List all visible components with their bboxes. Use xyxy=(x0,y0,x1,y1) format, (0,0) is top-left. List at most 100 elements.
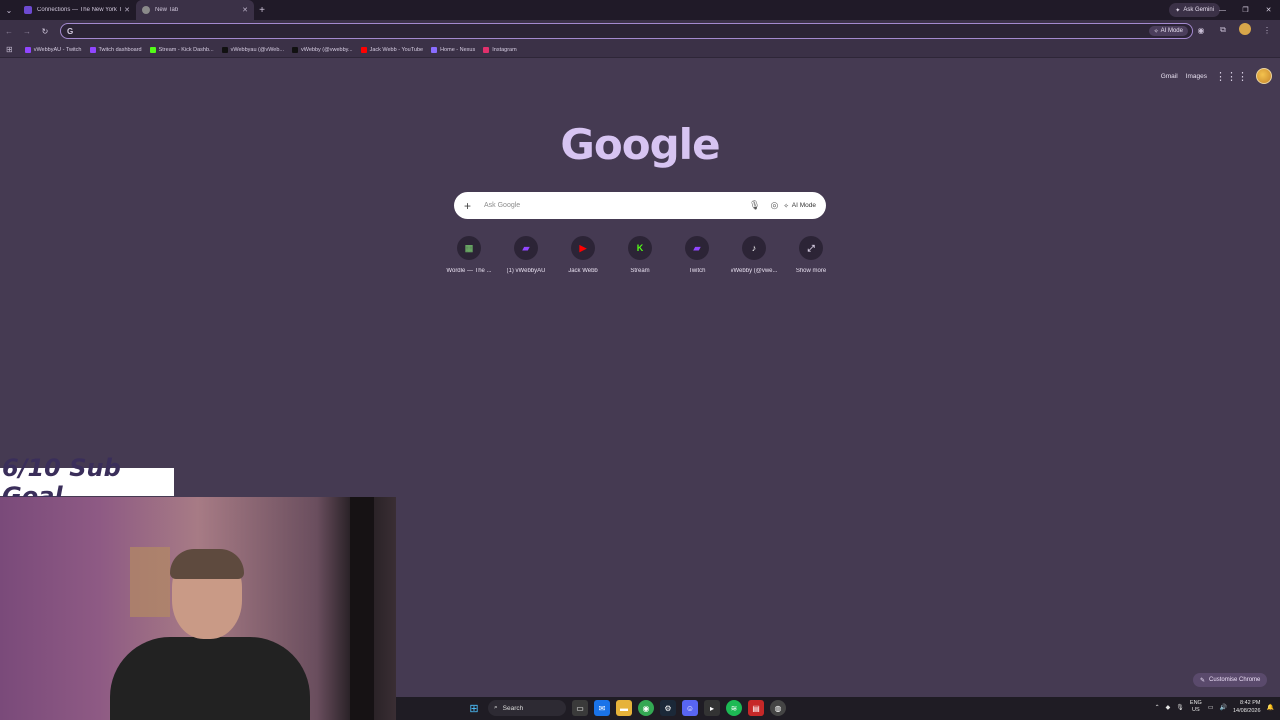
customise-chrome-button[interactable]: ✎ Customise Chrome xyxy=(1193,673,1268,687)
bookmark-item[interactable]: vWebbyAU - Twitch xyxy=(24,46,82,53)
window-controls: — ❐ ✕ xyxy=(1211,0,1280,20)
restore-icon[interactable]: ❐ xyxy=(1234,0,1257,20)
microphone-icon[interactable]: 🎙 xyxy=(749,200,760,211)
customise-label: Customise Chrome xyxy=(1209,677,1261,683)
search-input[interactable]: Ask Google xyxy=(484,202,744,209)
notifications-icon[interactable]: 🔔 xyxy=(1267,704,1274,711)
lens-icon[interactable]: ◎ xyxy=(770,200,778,211)
gmail-link[interactable]: Gmail xyxy=(1161,73,1178,80)
twitch-icon: ▰ xyxy=(685,236,709,260)
shortcut-tile[interactable]: ▰ (1) vWebbyAU xyxy=(498,236,554,274)
close-window-icon[interactable]: ✕ xyxy=(1257,0,1280,20)
bookmark-item[interactable]: Instagram xyxy=(483,46,517,53)
shortcut-tile[interactable]: ▦ Wordle — The ... xyxy=(441,236,497,274)
obs-icon[interactable]: ◍ xyxy=(770,700,786,716)
images-link[interactable]: Images xyxy=(1186,73,1207,80)
shortcut-tile[interactable]: K Stream xyxy=(612,236,668,274)
google-apps-icon[interactable]: ⋮⋮⋮ xyxy=(1215,70,1248,83)
gemini-sparkle-icon: ✦ xyxy=(1175,7,1181,14)
chevron-up-icon[interactable]: ⌃ xyxy=(1155,704,1160,711)
ai-mode-label: AI Mode xyxy=(1160,28,1183,34)
chrome-icon[interactable]: ◉ xyxy=(638,700,654,716)
voice-icon[interactable]: ◉ xyxy=(1194,26,1208,35)
search-ai-mode-button[interactable]: ✧ AI Mode xyxy=(783,202,816,210)
add-icon[interactable]: + xyxy=(464,199,476,213)
shortcut-label: vWebby (@vwe... xyxy=(730,268,778,274)
tray-app-icon[interactable]: ◆ xyxy=(1166,704,1171,711)
network-icon[interactable]: ▭ xyxy=(1208,704,1214,711)
bookmark-label: vWebbyAU - Twitch xyxy=(33,46,82,53)
clock-date: 14/08/2026 xyxy=(1232,708,1261,714)
tab-search-button[interactable]: ⌄ xyxy=(0,0,18,20)
back-icon[interactable]: ← xyxy=(0,27,18,36)
nexus-icon xyxy=(431,46,438,53)
discord-icon[interactable]: ☺ xyxy=(682,700,698,716)
volume-icon[interactable]: 🔊 xyxy=(1220,704,1227,711)
bookmark-label: Jack Webb - YouTube xyxy=(369,46,424,53)
bookmark-label: vWebbyau (@vWeb... xyxy=(230,46,285,53)
shortcut-label: (1) vWebbyAU xyxy=(506,268,546,274)
spotify-icon[interactable]: ≋ xyxy=(726,700,742,716)
bookmark-item[interactable]: Jack Webb - YouTube xyxy=(360,46,424,53)
bookmark-item[interactable]: Stream - Kick Dashb... xyxy=(149,46,214,53)
ai-mode-icon: ✧ xyxy=(1153,28,1159,35)
tab-new-tab[interactable]: New Tab ✕ xyxy=(136,0,254,20)
tiktok-icon: ♪ xyxy=(742,236,766,260)
toolbar: ← → ↻ G ✧ AI Mode ◉ ⧉ ⋮ xyxy=(0,20,1280,42)
omnibox-ai-mode-button[interactable]: ✧ AI Mode xyxy=(1148,26,1188,36)
shortcut-tile[interactable]: ⤢ Show more xyxy=(783,236,839,274)
account-avatar[interactable] xyxy=(1256,68,1272,84)
extensions-icon[interactable]: ⧉ xyxy=(1216,25,1230,35)
microphone-tray-icon[interactable]: 🎙 xyxy=(1176,704,1184,711)
app-icon[interactable]: ▤ xyxy=(748,700,764,716)
reload-icon[interactable]: ↻ xyxy=(36,27,54,36)
address-bar[interactable]: G ✧ AI Mode xyxy=(60,23,1193,39)
shortcut-label: Jack Webb xyxy=(568,268,598,274)
shortcut-tile[interactable]: ▶ Jack Webb xyxy=(555,236,611,274)
google-g-icon: G xyxy=(67,26,74,36)
close-tab-icon[interactable]: ✕ xyxy=(242,6,248,14)
google-top-links: Gmail Images ⋮⋮⋮ xyxy=(1161,68,1272,84)
mail-icon[interactable]: ✉ xyxy=(594,700,610,716)
new-tab-button[interactable]: + xyxy=(254,5,270,16)
taskbar-search-label: Search xyxy=(502,704,524,712)
menu-icon[interactable]: ⋮ xyxy=(1260,26,1274,35)
twitch-icon xyxy=(89,46,96,53)
clock[interactable]: 8:42 PM 14/08/2026 xyxy=(1233,699,1261,715)
bookmark-item[interactable]: Home - Nexus xyxy=(431,46,475,53)
bookmarks-bar: ⊞ vWebbyAU - Twitch Twitch dashboard Str… xyxy=(0,42,1280,58)
language-region: US xyxy=(1192,707,1200,713)
apps-icon[interactable]: ⊞ xyxy=(6,45,13,54)
profile-icon[interactable] xyxy=(1238,23,1252,37)
system-tray: ⌃ ◆ 🎙 ENG US ▭ 🔊 8:42 PM 14/08/2026 🔔 xyxy=(1155,699,1274,715)
shortcut-tile[interactable]: ▰ Twitch xyxy=(669,236,725,274)
kick-icon xyxy=(149,46,156,53)
bookmark-label: Twitch dashboard xyxy=(98,46,142,53)
bookmark-label: vWebby (@vwebby... xyxy=(301,46,353,53)
language-code: ENG xyxy=(1189,700,1202,706)
bookmark-item[interactable]: vWebby (@vwebby... xyxy=(292,46,353,53)
twitch-icon: ▰ xyxy=(514,236,538,260)
ai-mode-label: AI Mode xyxy=(791,202,816,209)
close-tab-icon[interactable]: ✕ xyxy=(124,6,130,14)
forward-icon[interactable]: → xyxy=(18,27,36,36)
kick-icon: K xyxy=(628,236,652,260)
youtube-icon: ▶ xyxy=(571,236,595,260)
terminal-icon[interactable]: ▸ xyxy=(704,700,720,716)
taskbar-search[interactable]: ⌕ Search xyxy=(488,700,566,716)
windows-start-icon[interactable]: ⊞ xyxy=(466,700,482,716)
shortcut-tile[interactable]: ♪ vWebby (@vwe... xyxy=(726,236,782,274)
task-view-icon[interactable]: ▭ xyxy=(572,700,588,716)
shortcut-label: Stream xyxy=(630,268,650,274)
file-explorer-icon[interactable]: ▬ xyxy=(616,700,632,716)
minimize-icon[interactable]: — xyxy=(1211,0,1234,20)
windows-taskbar: ⊞ ⌕ Search ▭ ✉ ▬ ◉ ⚙ ☺ ▸ ≋ ▤ ◍ ⌃ ◆ 🎙 ENG … xyxy=(396,697,1280,720)
language-indicator[interactable]: ENG US xyxy=(1190,700,1202,714)
search-box[interactable]: + Ask Google 🎙 ◎ ✧ AI Mode xyxy=(454,192,826,219)
search-icon: ⌕ xyxy=(494,704,498,711)
bookmark-item[interactable]: vWebbyau (@vWeb... xyxy=(221,46,285,53)
bookmark-item[interactable]: Twitch dashboard xyxy=(89,46,142,53)
steam-icon[interactable]: ⚙ xyxy=(660,700,676,716)
webcam-feed xyxy=(0,497,396,720)
tab-connections[interactable]: Connections — The New York T ✕ xyxy=(18,0,136,20)
